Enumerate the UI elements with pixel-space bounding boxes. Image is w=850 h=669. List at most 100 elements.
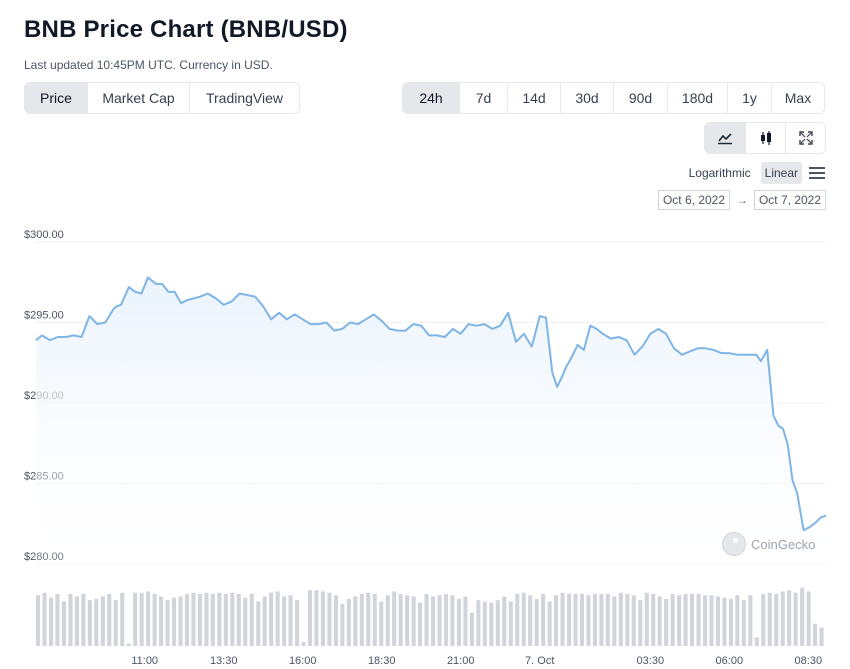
volume-bar bbox=[586, 595, 591, 646]
volume-bar bbox=[735, 595, 740, 646]
volume-bar bbox=[767, 592, 772, 646]
volume-bar bbox=[670, 593, 675, 646]
volume-bar bbox=[204, 592, 209, 646]
volume-bar bbox=[146, 591, 151, 646]
volume-bar bbox=[275, 591, 280, 646]
price-chart: $300.00$295.00$290.00$285.00$280.0011:00… bbox=[24, 229, 827, 667]
volume-bar bbox=[269, 592, 274, 646]
volume-bar bbox=[217, 592, 222, 646]
volume-bar bbox=[87, 600, 92, 646]
volume-bar bbox=[489, 602, 494, 646]
volume-bar bbox=[508, 601, 513, 646]
x-tick-label: 7. Oct bbox=[525, 655, 554, 667]
volume-bar bbox=[197, 593, 202, 646]
volume-bar bbox=[308, 590, 313, 646]
volume-bar bbox=[567, 593, 572, 646]
x-tick-label: 03:30 bbox=[637, 655, 665, 667]
volume-bar bbox=[754, 637, 759, 646]
volume-bar bbox=[49, 597, 54, 646]
volume-bar bbox=[444, 593, 449, 646]
x-tick-label: 18:30 bbox=[368, 655, 396, 667]
x-tick-label: 16:00 bbox=[289, 655, 317, 667]
volume-bar bbox=[450, 595, 455, 646]
volume-bar bbox=[301, 642, 306, 646]
volume-bar bbox=[379, 601, 384, 646]
volume-bar bbox=[476, 600, 481, 646]
x-tick-label: 11:00 bbox=[131, 655, 158, 667]
x-tick-label: 21:00 bbox=[447, 655, 475, 667]
volume-bar bbox=[424, 593, 429, 646]
volume-bar bbox=[353, 596, 358, 646]
volume-bar bbox=[165, 600, 170, 646]
volume-bar bbox=[346, 598, 351, 646]
volume-bar bbox=[262, 596, 267, 646]
volume-bar bbox=[133, 592, 138, 646]
volume-bar bbox=[405, 595, 410, 646]
volume-bar bbox=[418, 602, 423, 646]
volume-bar bbox=[787, 590, 792, 646]
volume-bar bbox=[780, 591, 785, 646]
coingecko-watermark: CoinGecko bbox=[722, 532, 815, 556]
volume-bar bbox=[521, 592, 526, 646]
volume-bar bbox=[605, 593, 610, 646]
volume-bar bbox=[638, 600, 643, 646]
volume-bar bbox=[579, 593, 584, 646]
volume-bar bbox=[644, 592, 649, 646]
volume-bar bbox=[800, 587, 805, 646]
volume-bar bbox=[463, 596, 468, 646]
volume-bar bbox=[709, 595, 714, 646]
volume-bar bbox=[61, 601, 66, 646]
volume-bar bbox=[100, 596, 105, 646]
volume-bar bbox=[392, 591, 397, 646]
volume-bar bbox=[107, 593, 112, 646]
volume-bar bbox=[68, 593, 73, 646]
volume-bar bbox=[236, 593, 241, 646]
volume-bar bbox=[230, 592, 235, 646]
volume-bar bbox=[651, 593, 656, 646]
volume-bar bbox=[631, 595, 636, 646]
volume-bar bbox=[327, 592, 332, 646]
volume-bar bbox=[178, 596, 183, 646]
volume-bar bbox=[592, 593, 597, 646]
volume-bar bbox=[715, 596, 720, 646]
volume-bar bbox=[748, 595, 753, 646]
volume-bar bbox=[320, 591, 325, 646]
volume-bar bbox=[411, 596, 416, 646]
volume-bar bbox=[541, 593, 546, 646]
volume-bar bbox=[333, 595, 338, 646]
volume-bar bbox=[469, 612, 474, 646]
volume-bar bbox=[184, 593, 189, 646]
volume-bar bbox=[191, 592, 196, 646]
volume-bar bbox=[793, 592, 798, 646]
volume-bar bbox=[722, 597, 727, 646]
volume-bar bbox=[152, 593, 157, 646]
volume-bar bbox=[94, 598, 99, 646]
volume-bar bbox=[431, 596, 436, 646]
volume-bar bbox=[657, 596, 662, 646]
volume-bar bbox=[677, 595, 682, 646]
volume-bar bbox=[159, 596, 164, 646]
volume-bar bbox=[398, 593, 403, 646]
volume-bar bbox=[126, 643, 131, 646]
volume-bar bbox=[359, 593, 364, 646]
y-tick-label: $295.00 bbox=[24, 310, 64, 322]
x-tick-label: 08:30 bbox=[795, 655, 823, 667]
volume-bar bbox=[495, 600, 500, 646]
volume-bar bbox=[683, 593, 688, 646]
volume-bar bbox=[774, 593, 779, 646]
volume-bar bbox=[728, 598, 733, 646]
volume-bar bbox=[210, 593, 215, 646]
volume-bar bbox=[385, 595, 390, 646]
volume-bar bbox=[81, 593, 86, 646]
volume-bar bbox=[223, 593, 228, 646]
volume-bar bbox=[172, 597, 177, 646]
x-tick-label: 13:30 bbox=[210, 655, 238, 667]
volume-bar bbox=[612, 596, 617, 646]
volume-bar bbox=[139, 592, 144, 646]
coingecko-logo-icon bbox=[722, 532, 746, 556]
volume-bar bbox=[314, 590, 319, 646]
volume-bar bbox=[573, 593, 578, 646]
volume-bar bbox=[243, 597, 248, 646]
y-tick-label: $300.00 bbox=[24, 229, 64, 241]
volume-bar bbox=[761, 593, 766, 646]
